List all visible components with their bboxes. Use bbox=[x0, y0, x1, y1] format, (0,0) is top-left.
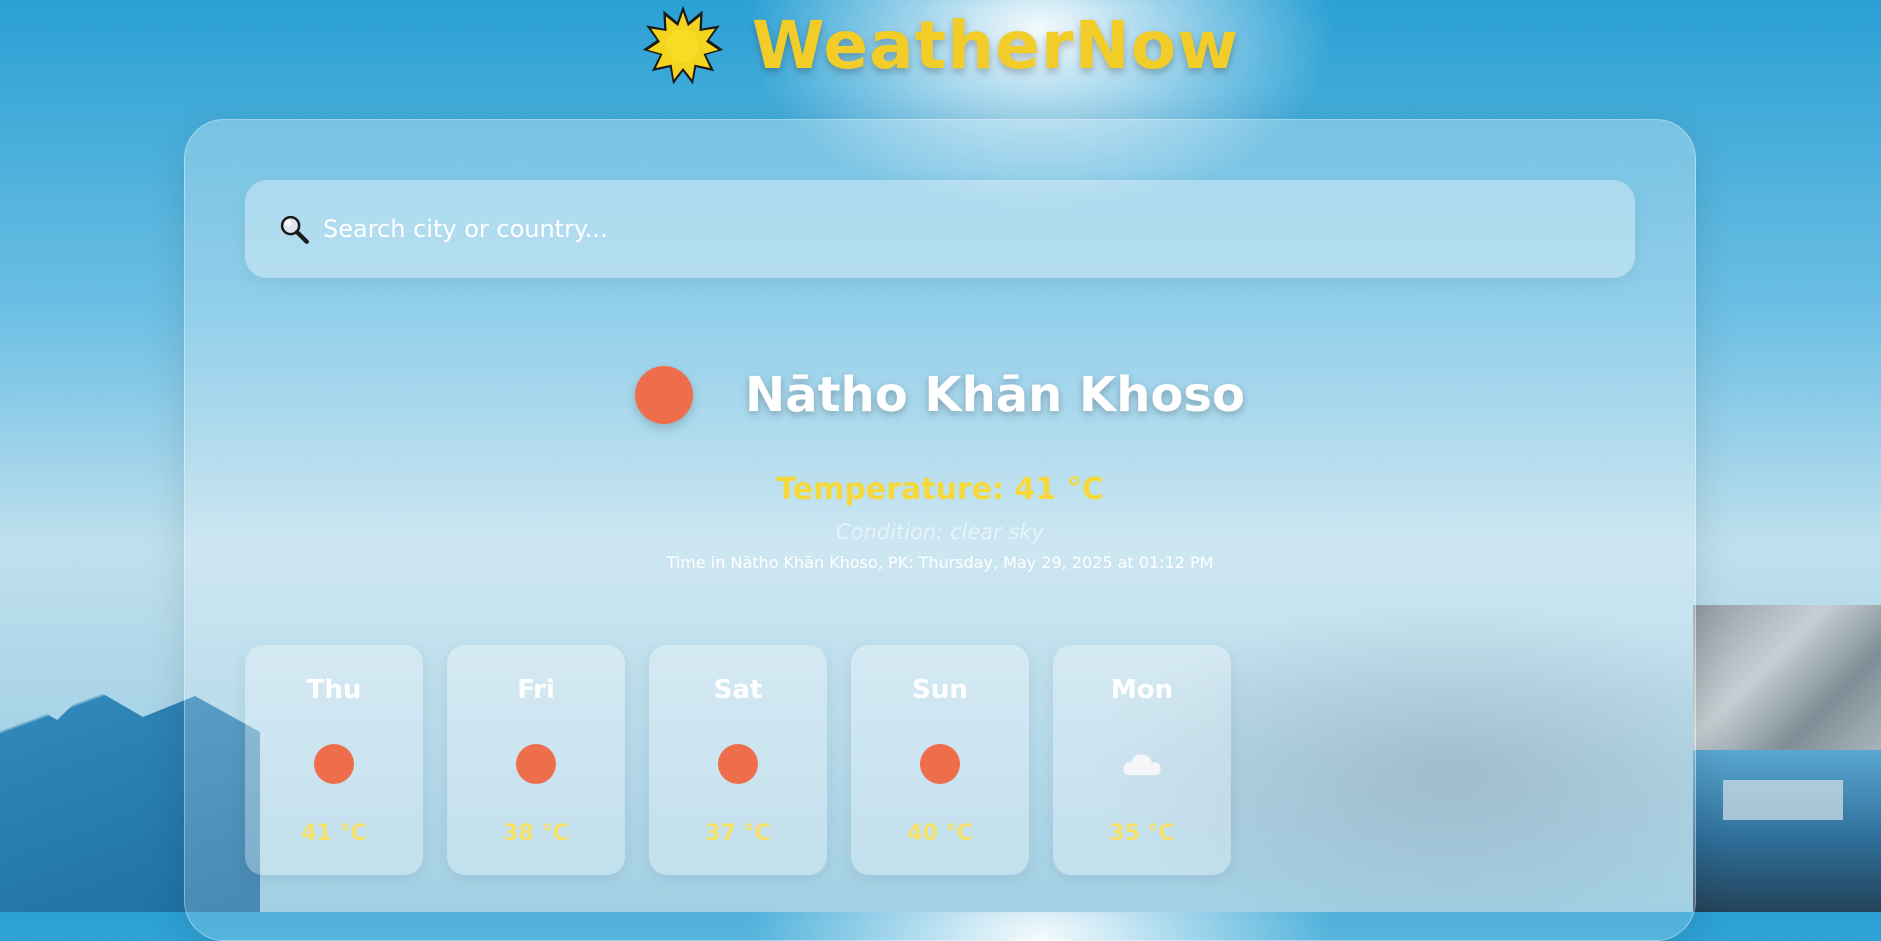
sun-icon bbox=[717, 743, 759, 785]
sun-icon bbox=[642, 5, 724, 85]
weather-card: Nāthο Khān Khoso Temperature: 41 °C Cond… bbox=[184, 119, 1696, 941]
forecast-temp: 35 °C bbox=[1109, 821, 1175, 846]
forecast-day-name: Mon bbox=[1110, 675, 1174, 705]
city-name: Nāthο Khān Khoso bbox=[745, 367, 1245, 423]
background-photo bbox=[1693, 605, 1881, 750]
forecast-day-name: Sat bbox=[713, 675, 763, 705]
app-title: WeatherNow bbox=[751, 6, 1240, 84]
background-photo bbox=[1693, 750, 1881, 912]
search-input[interactable] bbox=[321, 179, 1635, 279]
forecast-temp: 41 °C bbox=[301, 821, 367, 846]
forecast-day-name: Sun bbox=[912, 675, 968, 705]
current-condition: Condition: clear sky bbox=[836, 520, 1044, 544]
forecast-temp: 37 °C bbox=[705, 821, 771, 846]
forecast-temp: 38 °C bbox=[503, 821, 569, 846]
forecast-day-name: Thu bbox=[306, 675, 362, 705]
forecast-day-name: Fri bbox=[517, 675, 555, 705]
current-temperature: Temperature: 41 °C bbox=[776, 472, 1104, 507]
search-bar[interactable] bbox=[245, 179, 1635, 279]
cloud-icon bbox=[1121, 743, 1163, 785]
forecast-temp: 40 °C bbox=[907, 821, 973, 846]
current-location: Nāthο Khān Khoso bbox=[185, 350, 1695, 440]
forecast-list: Thu 41 °C Fri 38 °C Sat 37 °C Sun 40 °C … bbox=[245, 645, 1231, 875]
local-time: Time in Nātho Khān Khoso, PK: Thursday, … bbox=[666, 553, 1214, 572]
forecast-day-fri[interactable]: Fri 38 °C bbox=[447, 645, 625, 875]
sun-icon bbox=[515, 743, 557, 785]
search-icon bbox=[280, 215, 309, 244]
app-header: WeatherNow bbox=[0, 0, 1881, 90]
forecast-day-sat[interactable]: Sat 37 °C bbox=[649, 645, 827, 875]
sun-icon bbox=[313, 743, 355, 785]
forecast-day-sun[interactable]: Sun 40 °C bbox=[851, 645, 1029, 875]
forecast-day-mon[interactable]: Mon 35 °C bbox=[1053, 645, 1231, 875]
forecast-day-thu[interactable]: Thu 41 °C bbox=[245, 645, 423, 875]
sun-icon bbox=[635, 366, 694, 424]
sun-icon bbox=[919, 743, 961, 785]
